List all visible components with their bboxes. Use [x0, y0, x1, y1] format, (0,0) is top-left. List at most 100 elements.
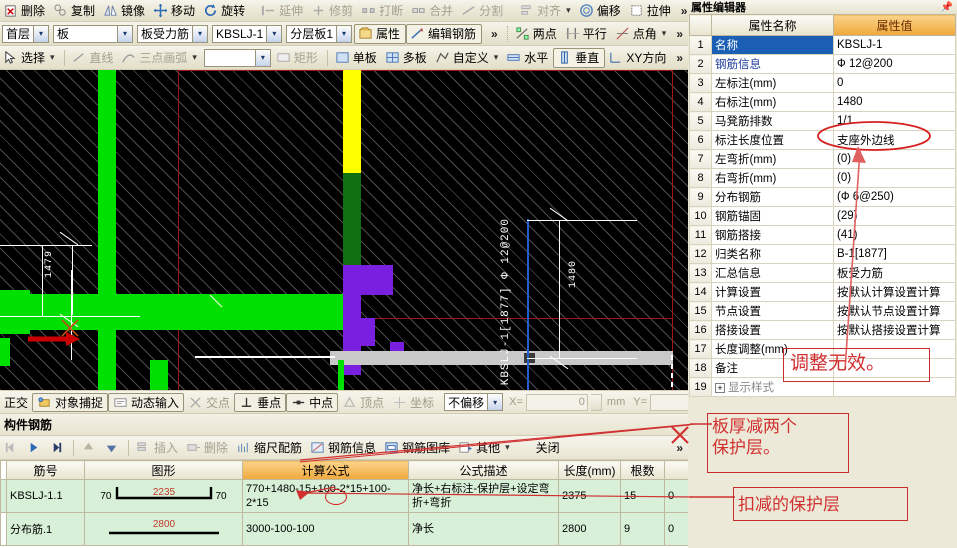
offset-mode-combo[interactable]: 不偏移 ▾: [444, 393, 504, 411]
status-object-snap[interactable]: 对象捕捉: [32, 392, 109, 412]
cell-shape[interactable]: 2800: [84, 512, 243, 546]
property-row[interactable]: 12 归类名称 B-1[1877]: [689, 244, 956, 264]
chevron-down-icon[interactable]: ▾: [254, 49, 270, 66]
property-row-value[interactable]: 按默认计算设置计算: [833, 282, 956, 302]
cell-rebar-number[interactable]: KBSLJ-1.1: [6, 479, 85, 513]
chevron-down-icon[interactable]: ▾: [50, 52, 55, 63]
chevron-down-icon[interactable]: ▾: [336, 25, 352, 42]
property-row-value[interactable]: (41): [833, 225, 956, 245]
status-dynamic-input[interactable]: 动态输入: [108, 392, 185, 412]
expand-icon[interactable]: +: [715, 383, 725, 393]
cell-shape[interactable]: 70 2235 70: [84, 479, 243, 513]
property-row[interactable]: 10 钢筋锚固 (29): [689, 206, 956, 226]
toolbar-overflow-button-4[interactable]: »: [671, 51, 688, 65]
grid-toolbar-button-rebar-info[interactable]: 钢筋信息: [307, 438, 381, 458]
property-row[interactable]: 8 右弯折(mm) (0): [689, 168, 956, 188]
chevron-down-icon[interactable]: ▾: [266, 25, 282, 42]
selection-line-blue[interactable]: [527, 219, 529, 390]
property-row[interactable]: 16 搭接设置 按默认搭接设置计算: [689, 320, 956, 340]
property-row-value[interactable]: 板受力筋: [833, 263, 956, 283]
layer-combo[interactable]: 分层板1 ▾: [286, 24, 353, 43]
chevron-down-icon[interactable]: ▾: [191, 25, 207, 42]
grid-toolbar-button-nav-prev[interactable]: [23, 438, 46, 458]
property-row-value[interactable]: (29): [833, 206, 956, 226]
toolbar-button-horizontal[interactable]: 水平: [503, 48, 553, 68]
status-perpendicular[interactable]: 垂点: [234, 392, 287, 412]
table-row[interactable]: 分布筋.1 2800 3000-100-100 净长 2800 9 0: [0, 512, 688, 546]
property-row[interactable]: 15 节点设置 按默认节点设置计算: [689, 301, 956, 321]
pin-icon[interactable]: 📌: [941, 2, 957, 13]
property-row[interactable]: 2 钢筋信息 Ф 12@200: [689, 54, 956, 74]
property-row-value[interactable]: (0): [833, 168, 956, 188]
cell-description[interactable]: 净长: [408, 512, 559, 546]
toolbar-button-rotate[interactable]: 旋转: [200, 1, 250, 21]
cell-count[interactable]: 15: [620, 479, 665, 513]
col-count[interactable]: 根数: [620, 460, 665, 480]
col-formula[interactable]: 计算公式: [242, 460, 409, 480]
property-row[interactable]: 7 左弯折(mm) (0): [689, 149, 956, 169]
property-row-value[interactable]: Ф 12@200: [833, 54, 956, 74]
cell-length[interactable]: 2800: [558, 512, 621, 546]
col-description[interactable]: 公式描述: [408, 460, 559, 480]
arc-mode-combo[interactable]: ▾: [203, 48, 271, 67]
floor-combo[interactable]: 首层 ▾: [2, 24, 50, 43]
property-row-value[interactable]: KBSLJ-1: [833, 35, 956, 55]
chevron-down-icon[interactable]: ▾: [487, 394, 503, 410]
coord-y-input[interactable]: 0: [650, 393, 688, 411]
toolbar-button-two-point[interactable]: 两点: [512, 24, 562, 44]
component-combo[interactable]: 板 ▾: [53, 24, 133, 43]
grid-toolbar-button-nav-last[interactable]: [46, 438, 69, 458]
property-row-value[interactable]: (0): [833, 149, 956, 169]
grid-toolbar-button-scale-rebar[interactable]: 缩尺配筋: [233, 438, 307, 458]
grid-toolbar-button-rebar-library[interactable]: 钢筋图库: [381, 438, 455, 458]
toolbar-overflow-button[interactable]: »: [676, 4, 688, 18]
rebar-type-combo[interactable]: 板受力筋 ▾: [136, 24, 208, 43]
cell-description[interactable]: 净长+右标注-保护层+设定弯折+弯折: [408, 479, 559, 513]
chevron-down-icon[interactable]: ▾: [494, 52, 499, 63]
col-length[interactable]: 长度(mm): [558, 460, 621, 480]
property-row-value[interactable]: 0: [833, 73, 956, 93]
chevron-down-icon[interactable]: ▾: [566, 5, 571, 16]
chevron-down-icon[interactable]: ▾: [116, 25, 132, 42]
cell-extra[interactable]: 0: [664, 479, 688, 513]
toolbar-button-single-slab[interactable]: 单板: [332, 48, 382, 68]
toolbar-button-custom[interactable]: 自定义 ▾: [432, 48, 504, 68]
cell-length[interactable]: 2375: [558, 479, 621, 513]
cell-rebar-number[interactable]: 分布筋.1: [6, 512, 85, 546]
coord-x-spinner[interactable]: [590, 393, 602, 411]
property-row[interactable]: 14 计算设置 按默认计算设置计算: [689, 282, 956, 302]
toolbar-overflow-button-2[interactable]: »: [486, 27, 503, 41]
property-row-value[interactable]: 1/1: [833, 111, 956, 131]
property-row[interactable]: 1 名称 KBSLJ-1: [689, 35, 956, 55]
toolbar-button-properties[interactable]: 属性: [354, 23, 407, 44]
property-row-value[interactable]: B-1[1877]: [833, 244, 956, 264]
toolbar-button-stretch[interactable]: 拉伸: [626, 1, 676, 21]
property-row[interactable]: 6 标注长度位置 支座外边线: [689, 130, 956, 150]
toolbar-button-point-angle[interactable]: 点角 ▾: [612, 24, 672, 44]
status-ortho-mode[interactable]: 正交: [0, 393, 32, 412]
property-row-value[interactable]: 按默认节点设置计算: [833, 301, 956, 321]
toolbar-button-mirror[interactable]: 镜像: [100, 1, 150, 21]
coord-x-input[interactable]: 0: [525, 393, 588, 411]
property-row-value[interactable]: 支座外边线: [833, 130, 956, 150]
toolbar-button-edit-rebar[interactable]: 编辑钢筋: [406, 23, 483, 44]
toolbar-button-xy-direction[interactable]: XY方向: [605, 48, 671, 68]
toolbar-button-move[interactable]: 移动: [150, 1, 200, 21]
property-row[interactable]: 9 分布钢筋 (Ф 6@250): [689, 187, 956, 207]
property-row[interactable]: 4 右标注(mm) 1480: [689, 92, 956, 112]
property-row-value[interactable]: 按默认搭接设置计算: [833, 320, 956, 340]
property-row[interactable]: 11 钢筋搭接 (41): [689, 225, 956, 245]
toolbar-button-delete[interactable]: 删除: [0, 1, 50, 21]
cell-formula[interactable]: 3000-100-100: [242, 512, 409, 546]
toolbar-button-parallel[interactable]: 平行: [562, 24, 612, 44]
chevron-down-icon[interactable]: ▾: [662, 28, 667, 39]
col-extra[interactable]: [664, 460, 688, 480]
property-row-value[interactable]: 1480: [833, 92, 956, 112]
property-row[interactable]: 5 马凳筋排数 1/1: [689, 111, 956, 131]
rebar-name-combo[interactable]: KBSLJ-1 ▾: [211, 24, 283, 43]
cell-extra[interactable]: 0: [664, 512, 688, 546]
toolbar-button-copy[interactable]: 复制: [50, 1, 100, 21]
toolbar-button-multi-slab[interactable]: 多板: [382, 48, 432, 68]
grid-toolbar-button-other[interactable]: 其他 ▾: [455, 438, 515, 458]
toolbar-button-select-arrow[interactable]: 选择 ▾: [0, 48, 60, 68]
